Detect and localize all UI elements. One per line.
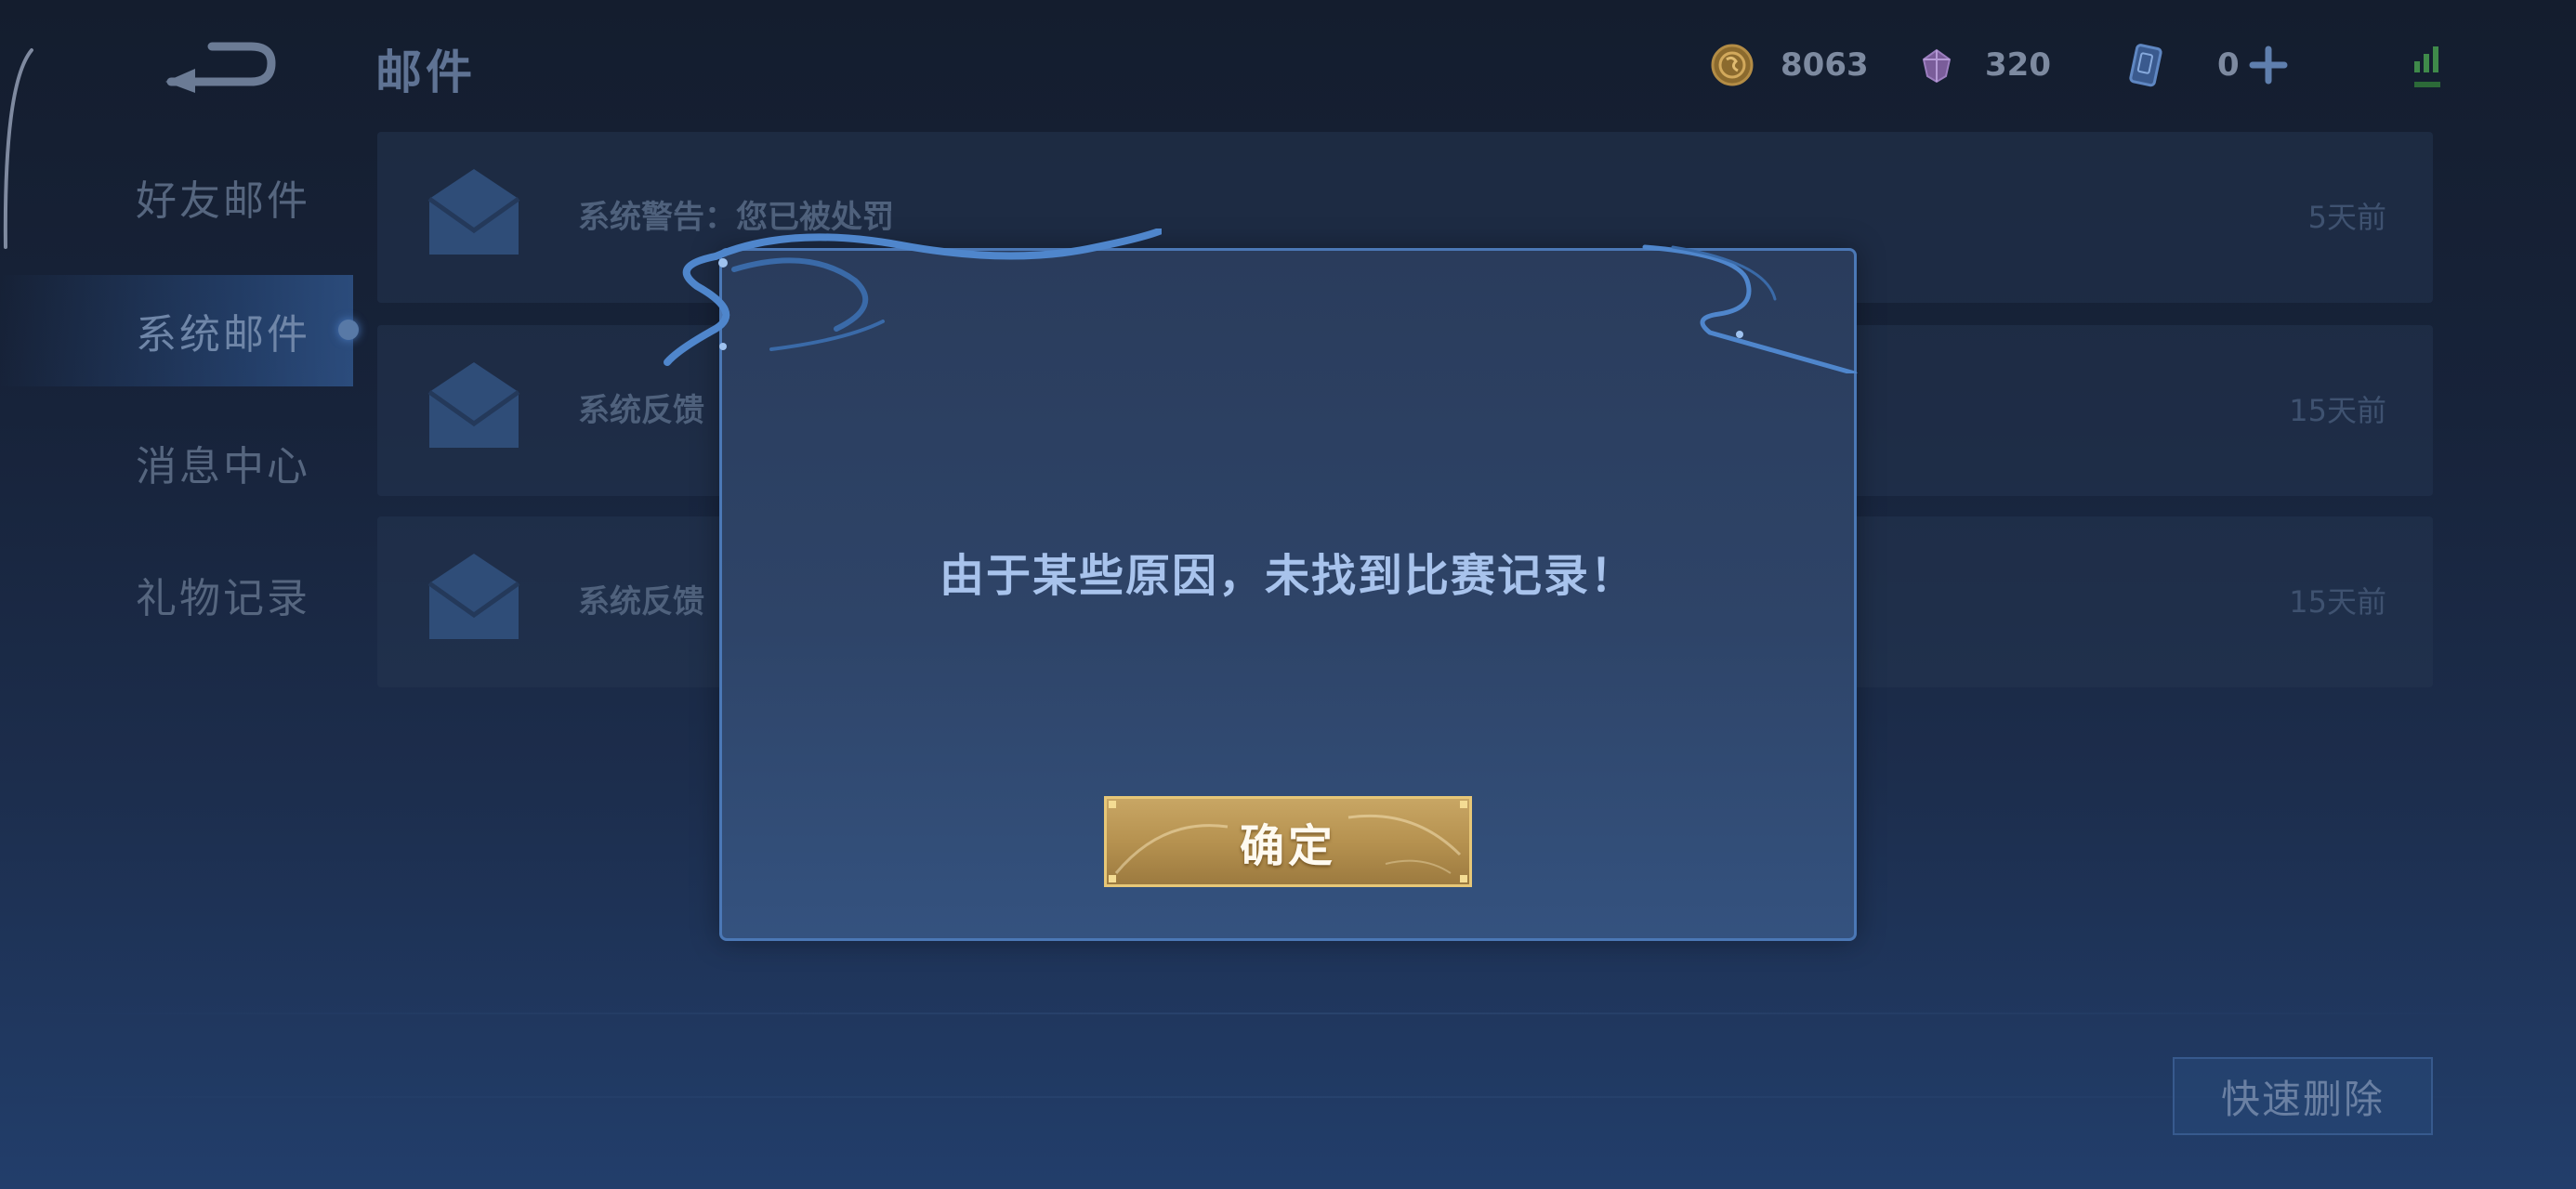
sidebar-item-gift-records[interactable]: 礼物记录 (0, 539, 353, 650)
sidebar-item-label: 礼物记录 (136, 575, 310, 622)
sidebar-item-label: 好友邮件 (136, 177, 310, 225)
mail-time: 15天前 (2289, 393, 2386, 428)
page-title: 邮件 (375, 46, 476, 99)
quick-delete-button[interactable]: 快速删除 (2173, 1057, 2433, 1135)
sidebar-item-label: 系统邮件 (136, 311, 310, 359)
button-corner (1109, 875, 1116, 882)
mail-title: 系统反馈 (578, 583, 704, 621)
mail-time: 15天前 (2289, 584, 2386, 620)
envelope-icon (427, 554, 520, 639)
envelope-icon (427, 169, 520, 255)
gold-coin-icon (1711, 44, 1754, 86)
sidebar-item-system-mail[interactable]: 系统邮件 (0, 275, 353, 386)
back-icon[interactable] (158, 28, 279, 102)
sidebar-item-label: 消息中心 (136, 443, 310, 490)
ticket-currency: 0 (2123, 37, 2288, 93)
add-icon[interactable] (2249, 46, 2288, 85)
sidebar-item-message-center[interactable]: 消息中心 (0, 407, 353, 518)
mail-time: 5天前 (2307, 200, 2386, 235)
active-indicator-dot (338, 320, 359, 340)
gem-amount: 320 (1985, 46, 2051, 84)
button-corner (1109, 801, 1116, 808)
ticket-icon (2129, 44, 2162, 87)
confirm-button[interactable]: 确定 (1104, 796, 1472, 887)
gold-amount: 8063 (1781, 46, 1869, 84)
gold-currency: 8063 (1710, 37, 1869, 93)
ticket-amount: 0 (2217, 46, 2240, 84)
dialog-message: 由于某些原因，未找到比赛记录！ (939, 550, 1636, 602)
mail-screen: 邮件 8063 320 0 好友邮件 系统邮件 消息中心 礼物记录 系统警告：您… (0, 0, 2576, 1189)
button-corner (1460, 875, 1467, 882)
button-corner (1460, 801, 1467, 808)
confirm-button-label: 确定 (1239, 820, 1336, 872)
swirl-decoration (664, 229, 1162, 366)
swirl-decoration (1642, 244, 1858, 373)
envelope-icon (427, 362, 520, 448)
background-streak (0, 1013, 2576, 1014)
sidebar-item-friend-mail[interactable]: 好友邮件 (0, 141, 353, 253)
gem-icon (1922, 48, 1952, 84)
gem-currency: 320 (1914, 37, 2051, 93)
signal-icon (2414, 46, 2440, 87)
